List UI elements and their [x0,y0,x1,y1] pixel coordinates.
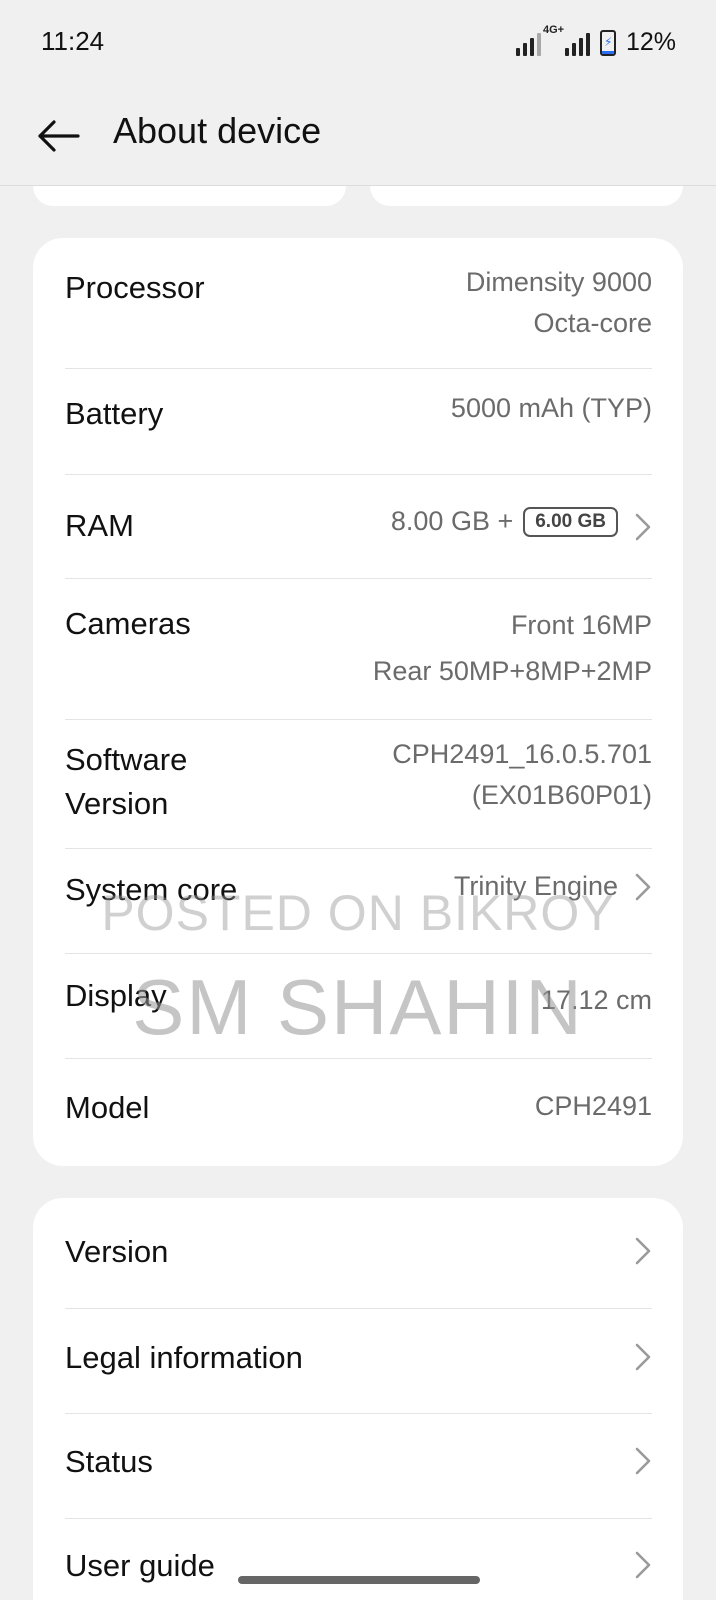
spec-label: Cameras [65,606,191,641]
chevron-right-icon [635,1551,651,1579]
chevron-right-icon [635,1447,651,1475]
spec-value: Trinity Engine [453,871,618,901]
row-divider [65,1058,652,1059]
spec-row-model: Model CPH2491 [65,1082,652,1142]
device-menu-card: Version Legal information Status User gu… [33,1198,683,1600]
ram-expansion-badge: 6.00 GB [523,506,618,537]
spec-label: Model [65,1090,150,1125]
spec-value-line: Front 16MP [510,610,652,640]
spec-label: RAM [65,508,134,543]
menu-item-user-guide[interactable]: User guide [65,1526,652,1600]
spec-value: 17.12 cm [540,985,652,1015]
menu-item-label: Legal information [65,1340,303,1375]
page-title: About device [113,110,322,151]
spec-value: 5000 mAh (TYP) [450,393,652,423]
spec-row-system-core[interactable]: System core Trinity Engine [65,864,652,924]
spec-row-display: Display 17.12 cm [65,974,652,1034]
row-divider [65,848,652,849]
menu-item-label: Version [65,1234,169,1269]
chevron-right-icon [635,873,651,901]
signal-icon [515,30,541,56]
row-divider [65,1518,652,1519]
signal-icon-secondary [564,30,590,56]
menu-item-legal-information[interactable]: Legal information [65,1316,652,1396]
battery-fill [601,51,614,54]
menu-item-label: Status [65,1444,153,1479]
gesture-nav-bar[interactable] [238,1576,480,1584]
spec-value-line: (EX01B60P01) [471,780,652,810]
spec-label-line: Software [65,742,188,777]
row-divider [65,578,652,579]
row-divider [65,719,652,720]
menu-item-status[interactable]: Status [65,1422,652,1502]
spec-label: Software Version [65,738,187,826]
spec-value: CPH2491 [534,1091,652,1121]
spec-row-battery: Battery 5000 mAh (TYP) [65,388,652,448]
chevron-right-icon [635,1237,651,1265]
status-time: 11:24 [41,26,105,56]
row-divider [65,368,652,369]
charging-bolt-icon: ⚡ [603,35,613,49]
previous-card-left [33,186,346,206]
mobile-data-icon: 4G+ [543,24,590,56]
spec-label: Battery [65,396,164,431]
status-bar: 11:24 4G+ ⚡ 12% [0,0,716,86]
row-divider [65,1308,652,1309]
spec-value: Dimensity 9000 Octa-core [466,262,652,344]
chevron-right-icon [635,513,651,541]
about-device-screen: 11:24 4G+ ⚡ 12% About device Processor D… [0,0,716,1600]
chevron-right-icon [635,1343,651,1371]
spec-label: Processor [65,270,205,305]
ram-base-value: 8.00 GB + [390,506,514,536]
spec-value: CPH2491_16.0.5.701 (EX01B60P01) [392,734,652,816]
status-icons: 4G+ ⚡ 12% [515,24,676,56]
spec-value-line: Rear 50MP+8MP+2MP [372,656,652,686]
row-divider [65,1413,652,1414]
spec-row-software-version: Software Version CPH2491_16.0.5.701 (EX0… [65,734,652,834]
row-divider [65,474,652,475]
spec-value-line: Octa-core [533,308,652,338]
back-button[interactable] [28,106,88,166]
spec-value-line: CPH2491_16.0.5.701 [392,739,652,769]
battery-icon: ⚡ [599,30,616,56]
ram-value: 8.00 GB + 6.00 GB [391,506,618,537]
spec-row-ram[interactable]: RAM 8.00 GB + 6.00 GB [65,500,652,560]
app-header: About device [0,86,716,186]
network-type-label: 4G+ [542,24,565,36]
spec-row-processor: Processor Dimensity 9000 Octa-core [65,262,652,362]
row-divider [65,953,652,954]
spec-value-line: Dimensity 9000 [465,267,652,297]
spec-label-line: Version [65,786,169,821]
spec-label: Display [65,978,167,1013]
previous-card-right [370,186,683,206]
spec-row-cameras: Cameras Front 16MP Rear 50MP+8MP+2MP [65,598,652,708]
arrow-left-icon [38,120,80,152]
menu-item-label: User guide [65,1548,215,1583]
device-specs-card: Processor Dimensity 9000 Octa-core Batte… [33,238,683,1166]
battery-percent: 12% [625,28,676,56]
spec-label: System core [65,872,238,907]
menu-item-version[interactable]: Version [65,1212,652,1292]
spec-value: Front 16MP Rear 50MP+8MP+2MP [373,602,652,694]
